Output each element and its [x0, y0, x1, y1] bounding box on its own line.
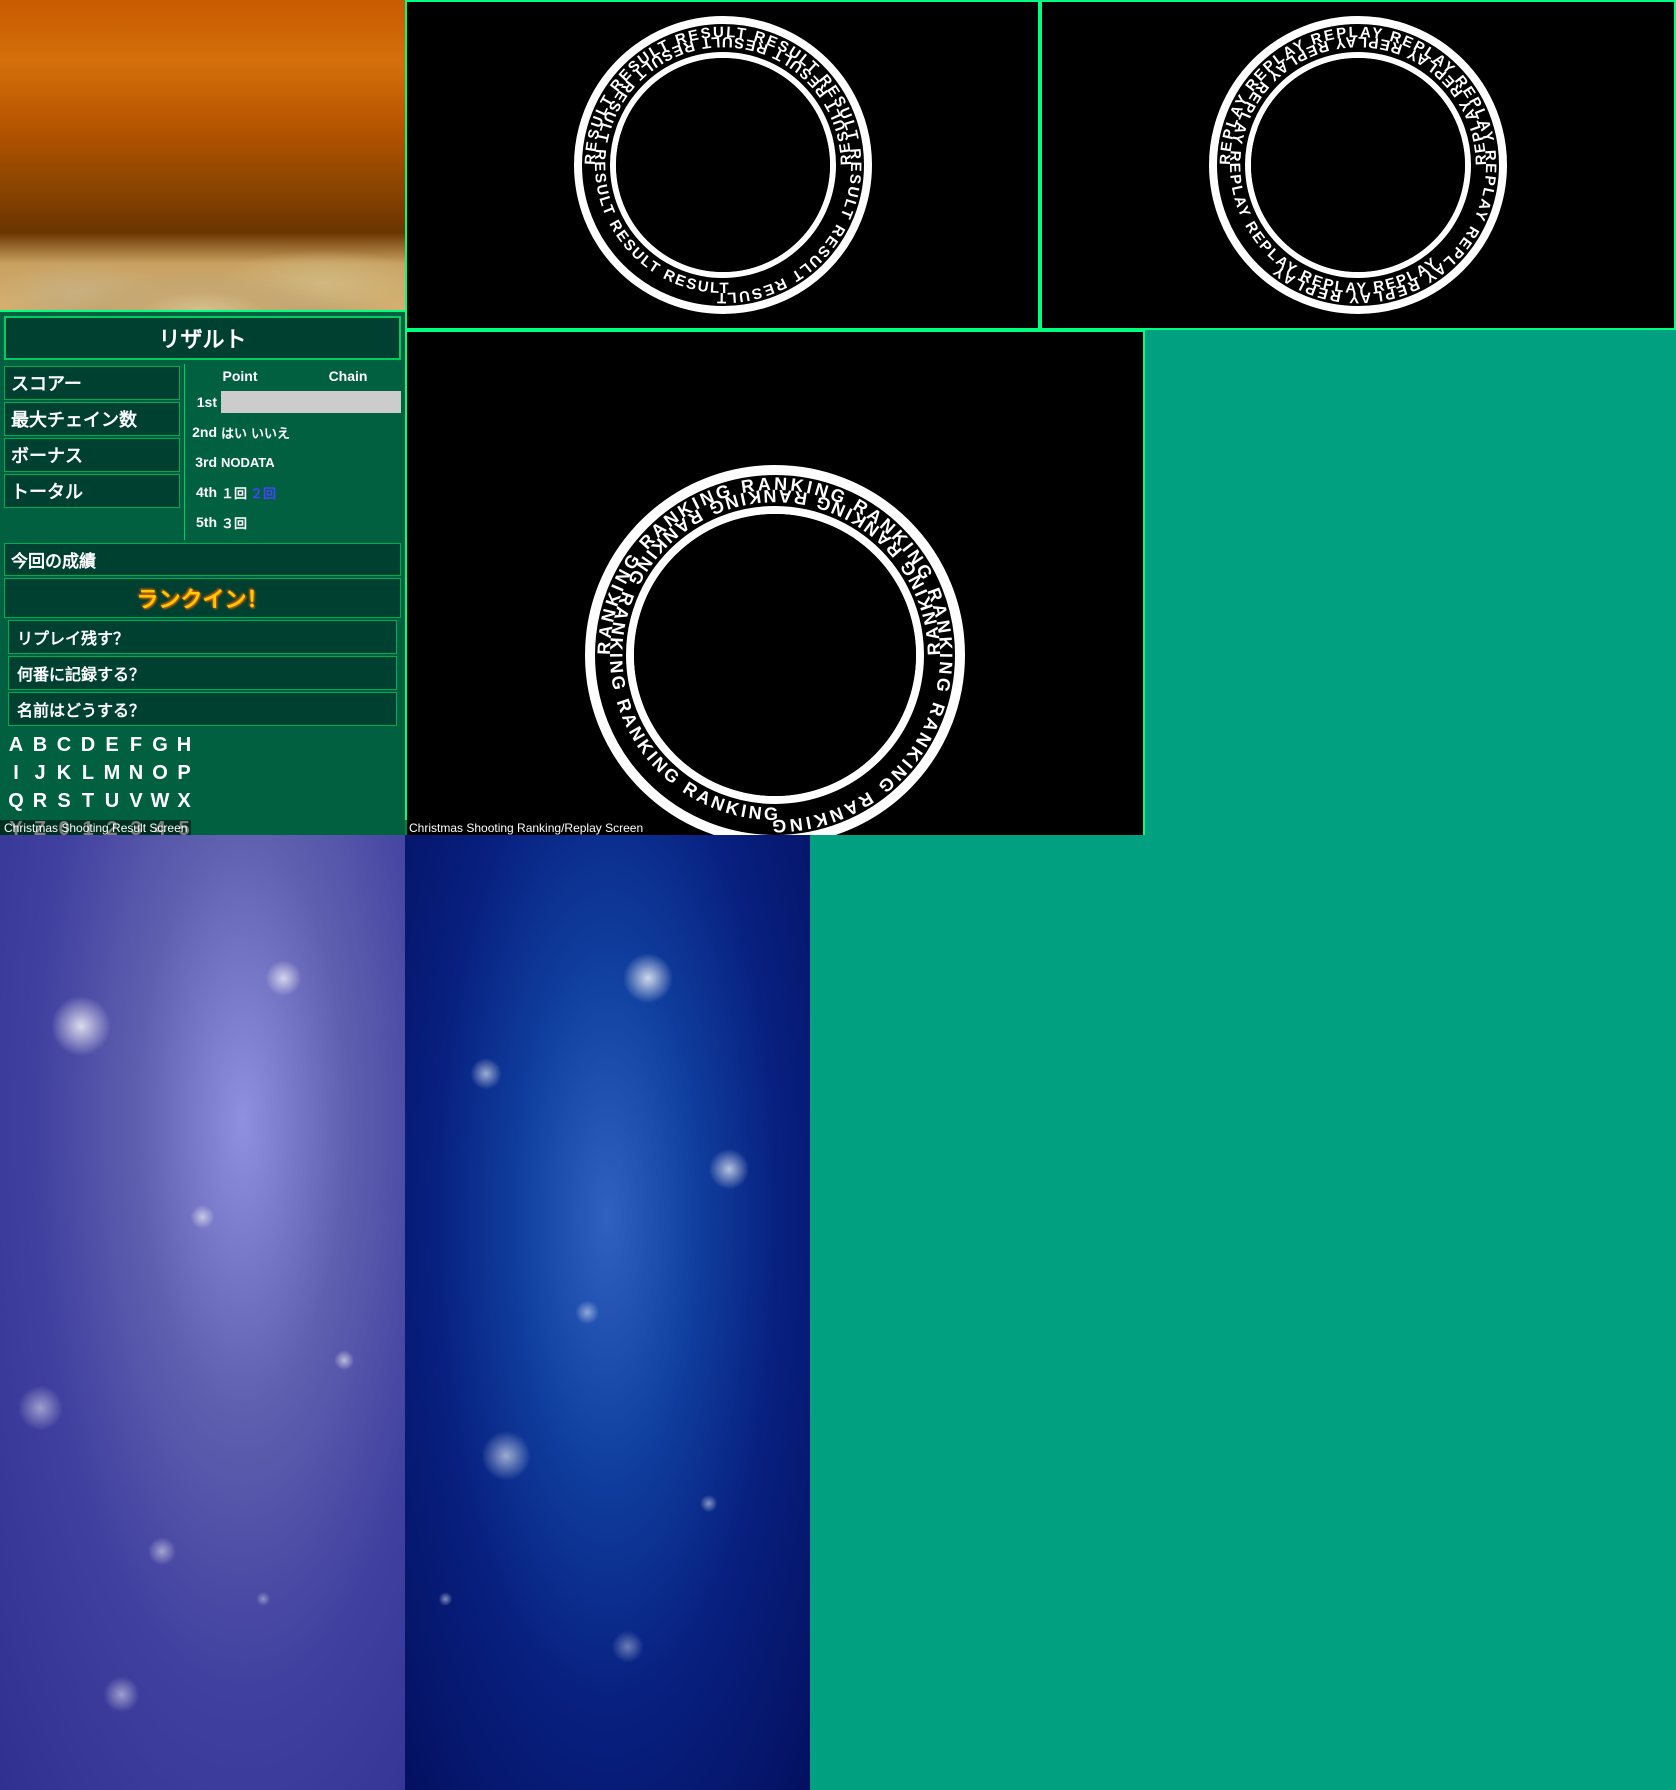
hai-button[interactable]: はい	[221, 423, 247, 442]
replay-ring-svg: REPLAY REPLAY REPLAY REPLAY REPLAY REPLA…	[1208, 15, 1508, 315]
rank-3rd-label: 3rd	[187, 454, 217, 470]
rank-1st-value-box	[221, 391, 401, 413]
result-ring-svg: RESULT RESULT RESULT RESULT RESULT RESUL…	[573, 15, 873, 315]
rank-3rd-row: 3rd NODATA	[187, 448, 403, 476]
result-circle-container: RESULT RESULT RESULT RESULT RESULT RESUL…	[407, 2, 1038, 328]
key-U[interactable]: U	[100, 787, 124, 815]
labels-column: スコアー 最大チェイン数 ボーナス トータル	[0, 364, 185, 540]
key-P[interactable]: P	[172, 759, 196, 787]
key-M[interactable]: M	[100, 759, 124, 787]
rank-4th-label: 4th	[187, 484, 217, 500]
nodata-text: NODATA	[221, 455, 275, 470]
teal-right-area	[810, 835, 1676, 1790]
keyboard-row-1: A B C D E F G H	[4, 731, 401, 759]
key-G[interactable]: G	[148, 731, 172, 759]
ranking-ring-svg: RANKING RANKING RANKING RANKING RANKING …	[585, 465, 965, 845]
key-A[interactable]: A	[4, 731, 28, 759]
keyboard-row-3: Q R S T U V W X	[4, 787, 401, 815]
key-K[interactable]: K	[52, 759, 76, 787]
bottom-label-left: Christmas Shooting Result Screen	[0, 820, 191, 836]
key-N[interactable]: N	[124, 759, 148, 787]
record-number-item[interactable]: 何番に記録する？	[8, 656, 397, 690]
rank-in-label: ランクイン！	[4, 578, 401, 618]
bottom-blue-background	[405, 835, 810, 1790]
key-B[interactable]: B	[28, 731, 52, 759]
key-L[interactable]: L	[76, 759, 100, 787]
point-chain-header: Point Chain	[187, 366, 403, 386]
key-V[interactable]: V	[124, 787, 148, 815]
point-header: Point	[223, 368, 258, 384]
rank-2nd-label: 2nd	[187, 424, 217, 440]
rank-1st-label: 1st	[187, 394, 217, 410]
key-J[interactable]: J	[28, 759, 52, 787]
name-input-item[interactable]: 名前はどうする？	[8, 692, 397, 726]
keyboard-row-2: I J K L M N O P	[4, 759, 401, 787]
bonus-label: ボーナス	[4, 438, 180, 472]
replay-circle-container: REPLAY REPLAY REPLAY REPLAY REPLAY REPLA…	[1042, 2, 1674, 328]
iie-button[interactable]: いいえ	[251, 423, 290, 442]
key-X[interactable]: X	[172, 787, 196, 815]
count-row-5th: ３回	[221, 513, 247, 532]
key-Q[interactable]: Q	[4, 787, 28, 815]
today-result-label: 今回の成績	[4, 543, 401, 576]
rank-4th-row: 4th １回 ２回	[187, 478, 403, 506]
score-table: スコアー 最大チェイン数 ボーナス トータル Point Chain 1st 2…	[0, 364, 405, 540]
max-chain-label: 最大チェイン数	[4, 402, 180, 436]
replay-save-item[interactable]: リプレイ残す？	[8, 620, 397, 654]
key-W[interactable]: W	[148, 787, 172, 815]
key-F[interactable]: F	[124, 731, 148, 759]
key-O[interactable]: O	[148, 759, 172, 787]
key-S[interactable]: S	[52, 787, 76, 815]
values-column: Point Chain 1st 2nd はい いいえ 3rd NODATA	[185, 364, 405, 540]
count-row-4th: １回 ２回	[221, 483, 276, 502]
rank-5th-row: 5th ３回	[187, 508, 403, 536]
key-D[interactable]: D	[76, 731, 100, 759]
total-label: トータル	[4, 474, 180, 508]
key-T[interactable]: T	[76, 787, 100, 815]
count-1[interactable]: １回	[221, 483, 247, 502]
rank-2nd-row: 2nd はい いいえ	[187, 418, 403, 446]
today-section: 今回の成績 ランクイン！ リプレイ残す？ 何番に記録する？ 名前はどうする？	[4, 543, 401, 726]
result-title: リザルト	[4, 316, 401, 360]
key-I[interactable]: I	[4, 759, 28, 787]
chain-header: Chain	[329, 368, 368, 384]
bottom-purple-background	[0, 835, 405, 1790]
rank-1st-row: 1st	[187, 388, 403, 416]
key-H[interactable]: H	[172, 731, 196, 759]
result-circle-area: RESULT RESULT RESULT RESULT RESULT RESUL…	[405, 0, 1040, 330]
replay-circle-area: REPLAY REPLAY REPLAY REPLAY REPLAY REPLA…	[1040, 0, 1676, 330]
score-label: スコアー	[4, 366, 180, 400]
cloud-sky-background	[0, 0, 405, 310]
key-C[interactable]: C	[52, 731, 76, 759]
hai-iie-group: はい いいえ	[221, 423, 290, 442]
rank-5th-label: 5th	[187, 514, 217, 530]
count-3[interactable]: ３回	[221, 513, 247, 532]
bottom-label-right: Christmas Shooting Ranking/Replay Screen	[405, 820, 647, 836]
key-E[interactable]: E	[100, 731, 124, 759]
count-2[interactable]: ２回	[250, 483, 276, 502]
key-R[interactable]: R	[28, 787, 52, 815]
